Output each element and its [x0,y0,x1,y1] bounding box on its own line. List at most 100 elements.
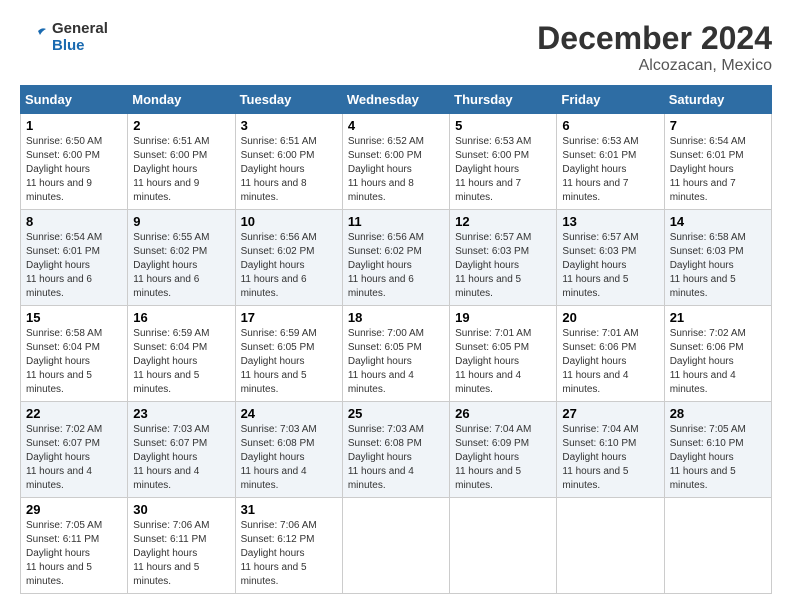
day-number: 12 [455,214,551,229]
day-number: 31 [241,502,337,517]
daylight-label: Daylight hours [670,356,734,367]
calendar-cell: 5 Sunrise: 6:53 AM Sunset: 6:00 PM Dayli… [450,114,557,210]
day-number: 3 [241,118,337,133]
month-title: December 2024 [537,20,772,57]
weekday-header-thursday: Thursday [450,86,557,114]
calendar-cell: 6 Sunrise: 6:53 AM Sunset: 6:01 PM Dayli… [557,114,664,210]
sunrise-label: Sunrise: 6:59 AM [241,328,317,339]
sunrise-label: Sunrise: 6:59 AM [133,328,209,339]
daylight-label: Daylight hours [455,164,519,175]
sunset-label: Sunset: 6:00 PM [455,150,529,161]
daylight-label: Daylight hours [455,356,519,367]
daylight-value: 11 hours and 5 minutes. [670,274,736,299]
day-info: Sunrise: 6:55 AM Sunset: 6:02 PM Dayligh… [133,231,229,301]
sunrise-label: Sunrise: 7:04 AM [455,424,531,435]
calendar-cell: 21 Sunrise: 7:02 AM Sunset: 6:06 PM Dayl… [664,306,771,402]
sunrise-label: Sunrise: 6:54 AM [26,232,102,243]
sunrise-label: Sunrise: 6:55 AM [133,232,209,243]
weekday-header-tuesday: Tuesday [235,86,342,114]
daylight-label: Daylight hours [562,260,626,271]
sunrise-label: Sunrise: 7:04 AM [562,424,638,435]
sunrise-label: Sunrise: 7:00 AM [348,328,424,339]
daylight-value: 11 hours and 7 minutes. [455,178,521,203]
calendar-cell: 31 Sunrise: 7:06 AM Sunset: 6:12 PM Dayl… [235,498,342,594]
sunset-label: Sunset: 6:02 PM [241,246,315,257]
sunset-label: Sunset: 6:11 PM [133,534,206,545]
sunset-label: Sunset: 6:02 PM [348,246,422,257]
day-info: Sunrise: 7:06 AM Sunset: 6:12 PM Dayligh… [241,519,337,589]
calendar-cell: 30 Sunrise: 7:06 AM Sunset: 6:11 PM Dayl… [128,498,235,594]
calendar-cell: 1 Sunrise: 6:50 AM Sunset: 6:00 PM Dayli… [21,114,128,210]
day-info: Sunrise: 6:54 AM Sunset: 6:01 PM Dayligh… [670,135,766,205]
sunset-label: Sunset: 6:09 PM [455,438,529,449]
calendar-cell: 22 Sunrise: 7:02 AM Sunset: 6:07 PM Dayl… [21,402,128,498]
sunset-label: Sunset: 6:12 PM [241,534,315,545]
day-number: 20 [562,310,658,325]
sunset-label: Sunset: 6:06 PM [670,342,744,353]
day-number: 2 [133,118,229,133]
sunrise-label: Sunrise: 7:01 AM [562,328,638,339]
day-info: Sunrise: 7:05 AM Sunset: 6:10 PM Dayligh… [670,423,766,493]
calendar-cell: 25 Sunrise: 7:03 AM Sunset: 6:08 PM Dayl… [342,402,449,498]
sunrise-label: Sunrise: 6:52 AM [348,136,424,147]
day-info: Sunrise: 7:04 AM Sunset: 6:09 PM Dayligh… [455,423,551,493]
sunrise-label: Sunrise: 6:50 AM [26,136,102,147]
sunrise-label: Sunrise: 6:56 AM [348,232,424,243]
weekday-header-row: SundayMondayTuesdayWednesdayThursdayFrid… [21,86,772,114]
day-info: Sunrise: 6:57 AM Sunset: 6:03 PM Dayligh… [562,231,658,301]
daylight-label: Daylight hours [133,356,197,367]
calendar-cell: 13 Sunrise: 6:57 AM Sunset: 6:03 PM Dayl… [557,210,664,306]
sunset-label: Sunset: 6:03 PM [455,246,529,257]
sunset-label: Sunset: 6:06 PM [562,342,636,353]
daylight-label: Daylight hours [133,452,197,463]
calendar-week-row: 8 Sunrise: 6:54 AM Sunset: 6:01 PM Dayli… [21,210,772,306]
day-info: Sunrise: 7:02 AM Sunset: 6:06 PM Dayligh… [670,327,766,397]
sunrise-label: Sunrise: 7:05 AM [26,520,102,531]
daylight-value: 11 hours and 5 minutes. [455,466,521,491]
calendar-cell: 7 Sunrise: 6:54 AM Sunset: 6:01 PM Dayli… [664,114,771,210]
weekday-header-sunday: Sunday [21,86,128,114]
daylight-value: 11 hours and 9 minutes. [26,178,92,203]
calendar-week-row: 22 Sunrise: 7:02 AM Sunset: 6:07 PM Dayl… [21,402,772,498]
daylight-value: 11 hours and 4 minutes. [26,466,92,491]
calendar-cell: 26 Sunrise: 7:04 AM Sunset: 6:09 PM Dayl… [450,402,557,498]
weekday-header-wednesday: Wednesday [342,86,449,114]
daylight-label: Daylight hours [455,260,519,271]
daylight-value: 11 hours and 4 minutes. [348,466,414,491]
daylight-label: Daylight hours [133,164,197,175]
sunrise-label: Sunrise: 7:02 AM [670,328,746,339]
logo-text: General Blue [52,20,108,55]
daylight-label: Daylight hours [26,164,90,175]
sunrise-label: Sunrise: 6:57 AM [562,232,638,243]
sunset-label: Sunset: 6:07 PM [26,438,100,449]
calendar-cell: 14 Sunrise: 6:58 AM Sunset: 6:03 PM Dayl… [664,210,771,306]
sunrise-label: Sunrise: 6:51 AM [241,136,317,147]
sunset-label: Sunset: 6:01 PM [26,246,100,257]
sunrise-label: Sunrise: 6:56 AM [241,232,317,243]
location-title: Alcozacan, Mexico [537,57,772,75]
sunrise-label: Sunrise: 7:03 AM [133,424,209,435]
sunrise-label: Sunrise: 7:01 AM [455,328,531,339]
sunrise-label: Sunrise: 7:06 AM [241,520,317,531]
daylight-label: Daylight hours [348,356,412,367]
sunset-label: Sunset: 6:08 PM [241,438,315,449]
day-number: 27 [562,406,658,421]
daylight-value: 11 hours and 5 minutes. [562,466,628,491]
daylight-label: Daylight hours [562,356,626,367]
calendar-week-row: 1 Sunrise: 6:50 AM Sunset: 6:00 PM Dayli… [21,114,772,210]
day-info: Sunrise: 6:56 AM Sunset: 6:02 PM Dayligh… [348,231,444,301]
sunset-label: Sunset: 6:01 PM [670,150,744,161]
sunset-label: Sunset: 6:00 PM [133,150,207,161]
day-info: Sunrise: 7:02 AM Sunset: 6:07 PM Dayligh… [26,423,122,493]
daylight-value: 11 hours and 5 minutes. [133,562,199,587]
calendar-cell: 16 Sunrise: 6:59 AM Sunset: 6:04 PM Dayl… [128,306,235,402]
day-number: 9 [133,214,229,229]
sunset-label: Sunset: 6:00 PM [241,150,315,161]
daylight-label: Daylight hours [133,260,197,271]
daylight-value: 11 hours and 6 minutes. [348,274,414,299]
logo-general: General [52,20,108,37]
sunset-label: Sunset: 6:01 PM [562,150,636,161]
sunset-label: Sunset: 6:02 PM [133,246,207,257]
sunset-label: Sunset: 6:00 PM [348,150,422,161]
day-number: 26 [455,406,551,421]
